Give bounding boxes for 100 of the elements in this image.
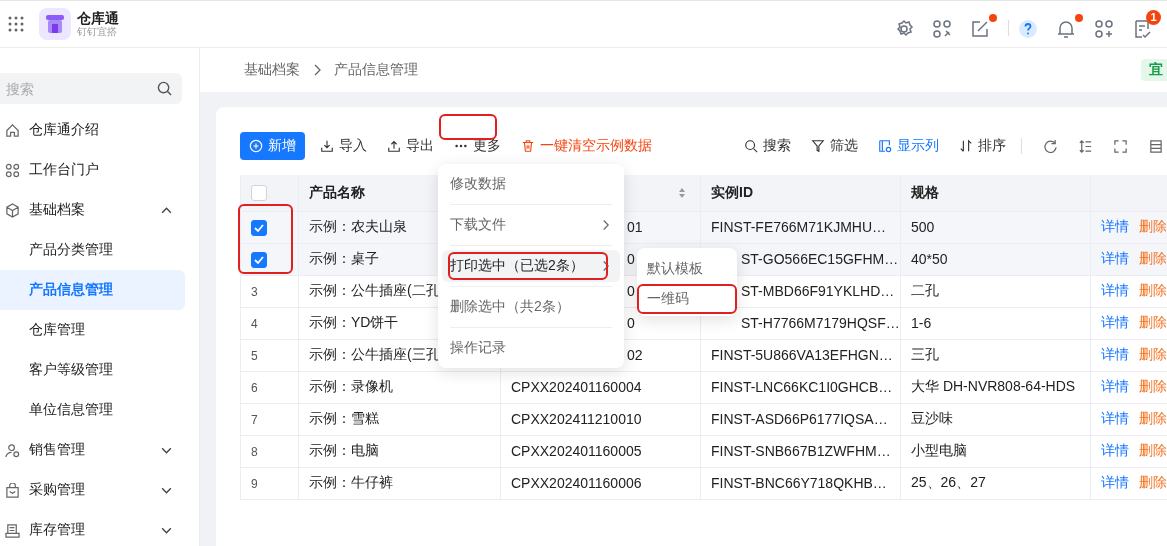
search-icon [744, 139, 758, 153]
table-cell: ST-GO566EC15GFHM… [741, 251, 899, 267]
details-link[interactable]: 详情 [1101, 346, 1129, 362]
apps-add-icon[interactable] [1094, 18, 1114, 39]
table-cell: 示例：农夫山泉 [309, 218, 407, 234]
stock-icon [5, 522, 20, 538]
menu-item[interactable]: 下载文件 [442, 209, 620, 241]
table-cell: 示例：牛仔裤 [309, 474, 393, 490]
menu-item[interactable]: 操作记录 [442, 332, 620, 364]
clear-data-button[interactable]: 一键清空示例数据 [512, 132, 661, 160]
trash-icon [521, 139, 535, 153]
table-cell: FINST-FE766M71KJMHU… [711, 219, 887, 235]
table-cell: FINST-BNC66Y718QKHB… [711, 475, 887, 491]
nav-item[interactable]: 销售管理 [0, 430, 185, 470]
menu-item[interactable]: 默认模板 [637, 254, 737, 284]
nav-item[interactable]: 基础档案 [0, 190, 185, 230]
checklist-icon[interactable] [1132, 18, 1152, 39]
table-cell: CPXX202401160004 [511, 379, 642, 395]
nav-item[interactable]: 工作台门户 [0, 150, 185, 190]
app-logo [39, 8, 71, 40]
table-cell: 豆沙味 [911, 410, 953, 426]
table-cell: 示例：桌子 [309, 250, 379, 266]
menu-item[interactable]: 打印选中（已选2条） [442, 250, 620, 282]
details-link[interactable]: 详情 [1101, 442, 1129, 458]
add-button[interactable]: 新增 [240, 132, 305, 160]
upload-icon [387, 139, 401, 153]
table-cell: 二孔 [911, 282, 939, 298]
notification-icon[interactable] [1056, 18, 1076, 39]
notification-count: 1 [1146, 9, 1161, 25]
details-link[interactable]: 详情 [1101, 474, 1129, 490]
columns-icon [878, 139, 892, 153]
table-cell: 小型电脑 [911, 442, 967, 458]
toolbar-button[interactable]: 排序 [950, 132, 1015, 160]
row-height-icon[interactable] [1078, 138, 1093, 154]
fullscreen-icon[interactable] [1113, 138, 1128, 154]
table-cell: FINST-LNC66KC1I0GHCB… [711, 379, 893, 395]
sort-icon[interactable] [678, 186, 686, 199]
menu-item[interactable]: 删除选中（共2条） [442, 291, 620, 323]
sort-icon [959, 139, 973, 153]
apps-pin-icon[interactable] [932, 18, 952, 39]
row-number: 9 [251, 477, 258, 491]
toolbar-button[interactable]: 显示列 [869, 132, 948, 160]
checkbox[interactable] [251, 251, 267, 268]
bag-icon [5, 482, 20, 498]
table-cell: CPXX202401160006 [511, 475, 642, 491]
column-header: 规格 [911, 183, 939, 202]
cube-icon [5, 202, 20, 218]
refresh-icon[interactable] [1043, 138, 1058, 154]
table-cell: FINST-SNB667B1ZWFHM… [711, 443, 891, 459]
app-subtitle: 钉钉宜搭 [77, 26, 118, 38]
row-number: 8 [251, 445, 258, 459]
menu-item[interactable]: 一维码 [637, 284, 737, 314]
table-cell: 示例：雪糕 [309, 410, 379, 426]
table-cell: 01 [627, 219, 643, 235]
nav-item[interactable]: 产品信息管理 [0, 270, 185, 310]
breadcrumb-item: 产品信息管理 [334, 61, 418, 79]
details-link[interactable]: 详情 [1101, 282, 1129, 298]
table-cell: ST-MBD66F91YKLHD… [741, 283, 895, 299]
details-link[interactable]: 详情 [1101, 410, 1129, 426]
help-icon[interactable] [1018, 18, 1038, 39]
toolbar-button[interactable]: 导出 [378, 132, 443, 160]
table-cell: CPXX202401160005 [511, 443, 642, 459]
column-header: 产品名称 [309, 183, 365, 202]
details-link[interactable]: 详情 [1101, 314, 1129, 330]
settings-icon[interactable] [894, 18, 914, 39]
table-cell: 大华 DH-NVR808-64-HDS [911, 378, 1076, 394]
table-cell: FINST-ASD66P6177IQSA… [711, 411, 888, 427]
chevron-right-icon [312, 64, 322, 76]
grid-menu-icon[interactable] [8, 16, 24, 32]
nav-item[interactable]: 仓库通介绍 [0, 110, 185, 150]
details-link[interactable]: 详情 [1101, 378, 1129, 394]
nav-item[interactable]: 单位信息管理 [0, 390, 185, 430]
table-cell: 0 [627, 283, 635, 299]
filter-icon [811, 139, 825, 153]
table-cell: CPXX202411210010 [511, 411, 642, 427]
toolbar-button[interactable]: 导入 [311, 132, 376, 160]
nav-item[interactable]: 库存管理 [0, 510, 185, 546]
details-link[interactable]: 详情 [1101, 250, 1129, 266]
table-cell: 0 [627, 315, 635, 331]
search-icon[interactable] [157, 81, 172, 96]
table-cell: 40*50 [911, 251, 948, 267]
table-cell: 02 [627, 347, 643, 363]
apps-icon [5, 162, 20, 178]
external-edit-icon[interactable] [970, 18, 990, 39]
menu-item[interactable]: 修改数据 [442, 168, 620, 200]
nav-item[interactable]: 客户等级管理 [0, 350, 185, 390]
details-link[interactable]: 详情 [1101, 218, 1129, 234]
toolbar-button[interactable]: 搜索 [735, 132, 800, 160]
nav-item[interactable]: 仓库管理 [0, 310, 185, 350]
nav-item[interactable]: 采购管理 [0, 470, 185, 510]
nav-item[interactable]: 产品分类管理 [0, 230, 185, 270]
toolbar-button[interactable]: 筛选 [802, 132, 867, 160]
plus-circle-icon [249, 139, 263, 153]
panel-icon[interactable] [1148, 138, 1163, 154]
search-field[interactable]: 搜索 [0, 73, 182, 104]
breadcrumb-item[interactable]: 基础档案 [244, 61, 300, 79]
checkbox[interactable] [251, 219, 267, 236]
row-number: 7 [251, 413, 258, 427]
table-cell: 三孔 [911, 346, 939, 362]
row-number: 3 [251, 285, 258, 299]
